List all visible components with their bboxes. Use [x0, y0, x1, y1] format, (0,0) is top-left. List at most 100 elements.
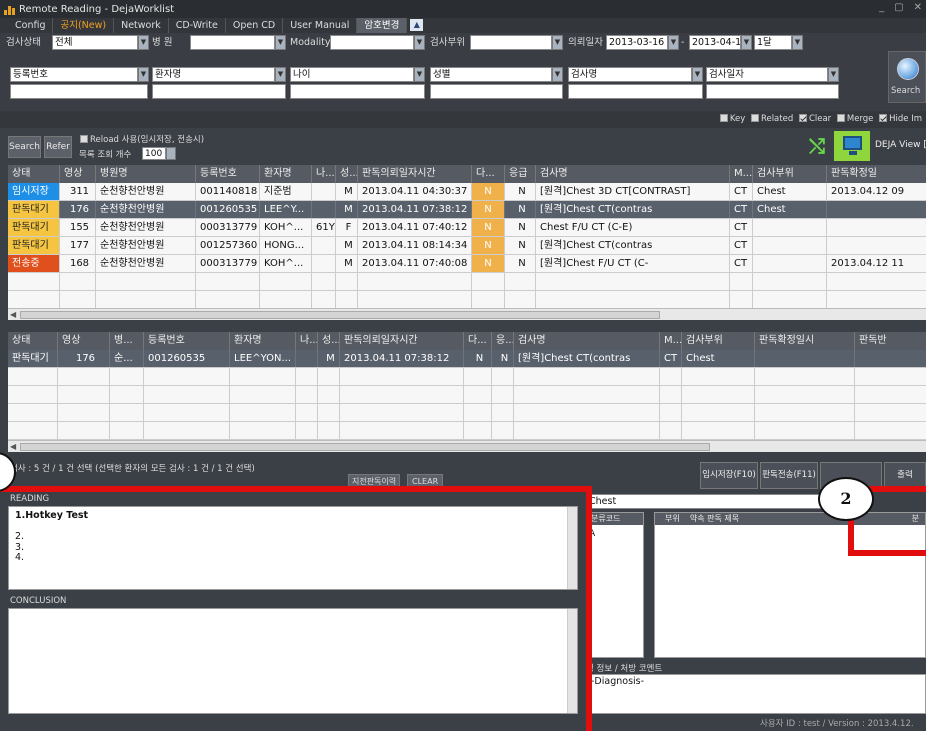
bodypart-filter-select[interactable] — [470, 35, 552, 50]
age-input[interactable] — [290, 84, 425, 99]
col-confirm-date[interactable]: 판독확정일시 — [755, 332, 855, 350]
col-sex[interactable]: 성... — [318, 332, 340, 350]
exam-name-field[interactable]: 검사명 — [568, 67, 692, 82]
chevron-down-icon[interactable]: ▼ — [792, 35, 803, 50]
col-age[interactable]: 나... — [312, 165, 336, 183]
deja-view-button[interactable] — [834, 131, 870, 161]
patient-name-input[interactable] — [152, 84, 286, 99]
print-button[interactable]: 출력 — [884, 462, 926, 489]
minimize-button[interactable]: _ — [879, 2, 884, 13]
period-select[interactable]: 1달 — [754, 35, 792, 50]
col-images[interactable]: 영상 — [60, 165, 96, 183]
table-row[interactable]: 임시저장 311 순천향천안병원 001140818 지준범 M 2013.04.11 04… — [8, 183, 926, 201]
scroll-thumb[interactable] — [20, 443, 710, 451]
col-patient[interactable]: 환자명 — [230, 332, 296, 350]
chevron-down-icon[interactable] — [166, 147, 176, 160]
col-sex[interactable]: 성... — [336, 165, 358, 183]
clear-checkbox[interactable] — [798, 114, 807, 122]
exam-date-input[interactable] — [706, 84, 839, 99]
scroll-thumb[interactable] — [20, 311, 660, 319]
col-request-time[interactable]: 판독의뢰일자시간 — [340, 332, 464, 350]
scroll-left-icon[interactable]: ◀ — [10, 310, 16, 319]
col-status[interactable]: 상태 — [8, 165, 60, 183]
menu-user-manual[interactable]: User Manual — [283, 18, 358, 33]
chevron-down-icon[interactable]: ▼ — [552, 35, 563, 50]
col-age[interactable]: 나... — [296, 332, 318, 350]
col-status[interactable]: 상태 — [8, 332, 58, 350]
chevron-down-icon[interactable]: ▼ — [138, 35, 149, 50]
col-emergency[interactable]: 응급 — [505, 165, 536, 183]
col-request-time[interactable]: 판독의뢰일자시간 — [358, 165, 472, 183]
chevron-down-icon[interactable]: ▼ — [275, 67, 286, 82]
col-emergency[interactable]: 응... — [492, 332, 514, 350]
count-input[interactable]: 100 — [142, 147, 166, 160]
col-hospital[interactable]: 병원명 — [96, 165, 196, 183]
chevron-down-icon[interactable]: ▼ — [275, 35, 286, 50]
modality-filter-select[interactable] — [330, 35, 414, 50]
merge-checkbox[interactable] — [836, 114, 845, 122]
related-checkbox[interactable] — [750, 114, 759, 122]
chevron-down-icon[interactable]: ▼ — [414, 35, 425, 50]
refer-button[interactable]: Refer — [44, 136, 72, 158]
chevron-down-icon[interactable]: ▼ — [692, 67, 703, 82]
col-images[interactable]: 영상 — [58, 332, 110, 350]
hospital-filter-select[interactable] — [190, 35, 275, 50]
diagnosis-textarea[interactable]: -Diagnosis- — [586, 674, 926, 714]
col-patient[interactable]: 환자명 — [260, 165, 312, 183]
key-checkbox[interactable] — [719, 114, 728, 122]
menu-open-cd[interactable]: Open CD — [226, 18, 284, 33]
exam-name-input[interactable] — [568, 84, 703, 99]
col-reg-no[interactable]: 등록번호 — [196, 165, 260, 183]
col-exam-name[interactable]: 검사명 — [536, 165, 730, 183]
col-return[interactable]: 판독반 — [855, 332, 926, 350]
chevron-down-icon[interactable]: ▼ — [414, 67, 425, 82]
chevron-down-icon[interactable]: ▼ — [828, 67, 839, 82]
col-confirm-date[interactable]: 판독확정일 — [827, 165, 926, 183]
table-row[interactable]: 전송중 168 순천향천안병원 000313779 KOH^... M 2013.04.11… — [8, 255, 926, 273]
maximize-button[interactable]: ▢ — [894, 2, 903, 13]
date-from-field[interactable]: 2013-03-16 — [606, 35, 668, 50]
col-bodypart[interactable]: 검사부위 — [753, 165, 827, 183]
date-to-field[interactable]: 2013-04-15 — [689, 35, 741, 50]
bodypart-display[interactable]: Chest — [586, 494, 826, 509]
col-hospital[interactable]: 병... — [110, 332, 144, 350]
calendar-dropdown-icon[interactable]: ▼ — [668, 35, 679, 50]
exam-date-field[interactable]: 검사일자 — [706, 67, 828, 82]
selected-hscrollbar[interactable]: ◀ — [8, 440, 926, 452]
sex-input[interactable] — [430, 84, 563, 99]
shuffle-icon[interactable]: ⤭ — [802, 133, 832, 160]
menu-change-password[interactable]: 암호변경 — [357, 18, 408, 33]
menu-notice[interactable]: 공지(New) — [53, 18, 115, 33]
sex-field[interactable]: 성별 — [430, 67, 552, 82]
scroll-left-icon[interactable]: ◀ — [10, 442, 16, 451]
table-row[interactable]: 판독대기 176 순... 001260535 LEE^YON... M 2013.04.1… — [8, 350, 926, 368]
col-bodypart[interactable]: 검사부위 — [682, 332, 755, 350]
reload-checkbox[interactable] — [80, 135, 88, 143]
reg-no-field[interactable]: 등록번호 — [10, 67, 138, 82]
search-button[interactable]: Search — [888, 51, 926, 103]
chevron-down-icon[interactable]: ▼ — [552, 67, 563, 82]
col-modality[interactable]: M... — [730, 165, 753, 183]
col-modality[interactable]: M... — [660, 332, 682, 350]
col-reg-no[interactable]: 등록번호 — [144, 332, 230, 350]
status-filter-select[interactable]: 전체 — [52, 35, 138, 50]
close-button[interactable]: ✕ — [914, 2, 922, 13]
age-field[interactable]: 나이 — [290, 67, 414, 82]
table-row[interactable]: 판독대기 155 순천향천안병원 000313779 KOH^... 61Y F 2013.0… — [8, 219, 926, 237]
search-small-button[interactable]: Search — [8, 136, 41, 158]
col-multi[interactable]: 다... — [472, 165, 505, 183]
send-reading-button[interactable]: 판독전송(F11) — [760, 462, 818, 489]
col-exam-name[interactable]: 검사명 — [514, 332, 660, 350]
menu-cd-write[interactable]: CD-Write — [169, 18, 226, 33]
table-row[interactable]: 판독대기 177 순천향천안병원 001257360 HONG... M 2013.04.1… — [8, 237, 926, 255]
menu-network[interactable]: Network — [114, 18, 169, 33]
deja-view-label[interactable]: DEJA View [F9] — [875, 140, 926, 150]
table-row[interactable]: 판독대기 176 순천향천안병원 001260535 LEE^Y... M 2013.04.… — [8, 201, 926, 219]
col-multi[interactable]: 다... — [464, 332, 492, 350]
temp-save-button[interactable]: 임시저장(F10) — [700, 462, 758, 489]
patient-name-field[interactable]: 환자명 — [152, 67, 275, 82]
collapse-up-icon[interactable]: ▲ — [410, 19, 424, 31]
hide-images-checkbox[interactable] — [879, 114, 888, 122]
calendar-dropdown-icon[interactable]: ▼ — [741, 35, 752, 50]
reg-no-input[interactable] — [10, 84, 148, 99]
